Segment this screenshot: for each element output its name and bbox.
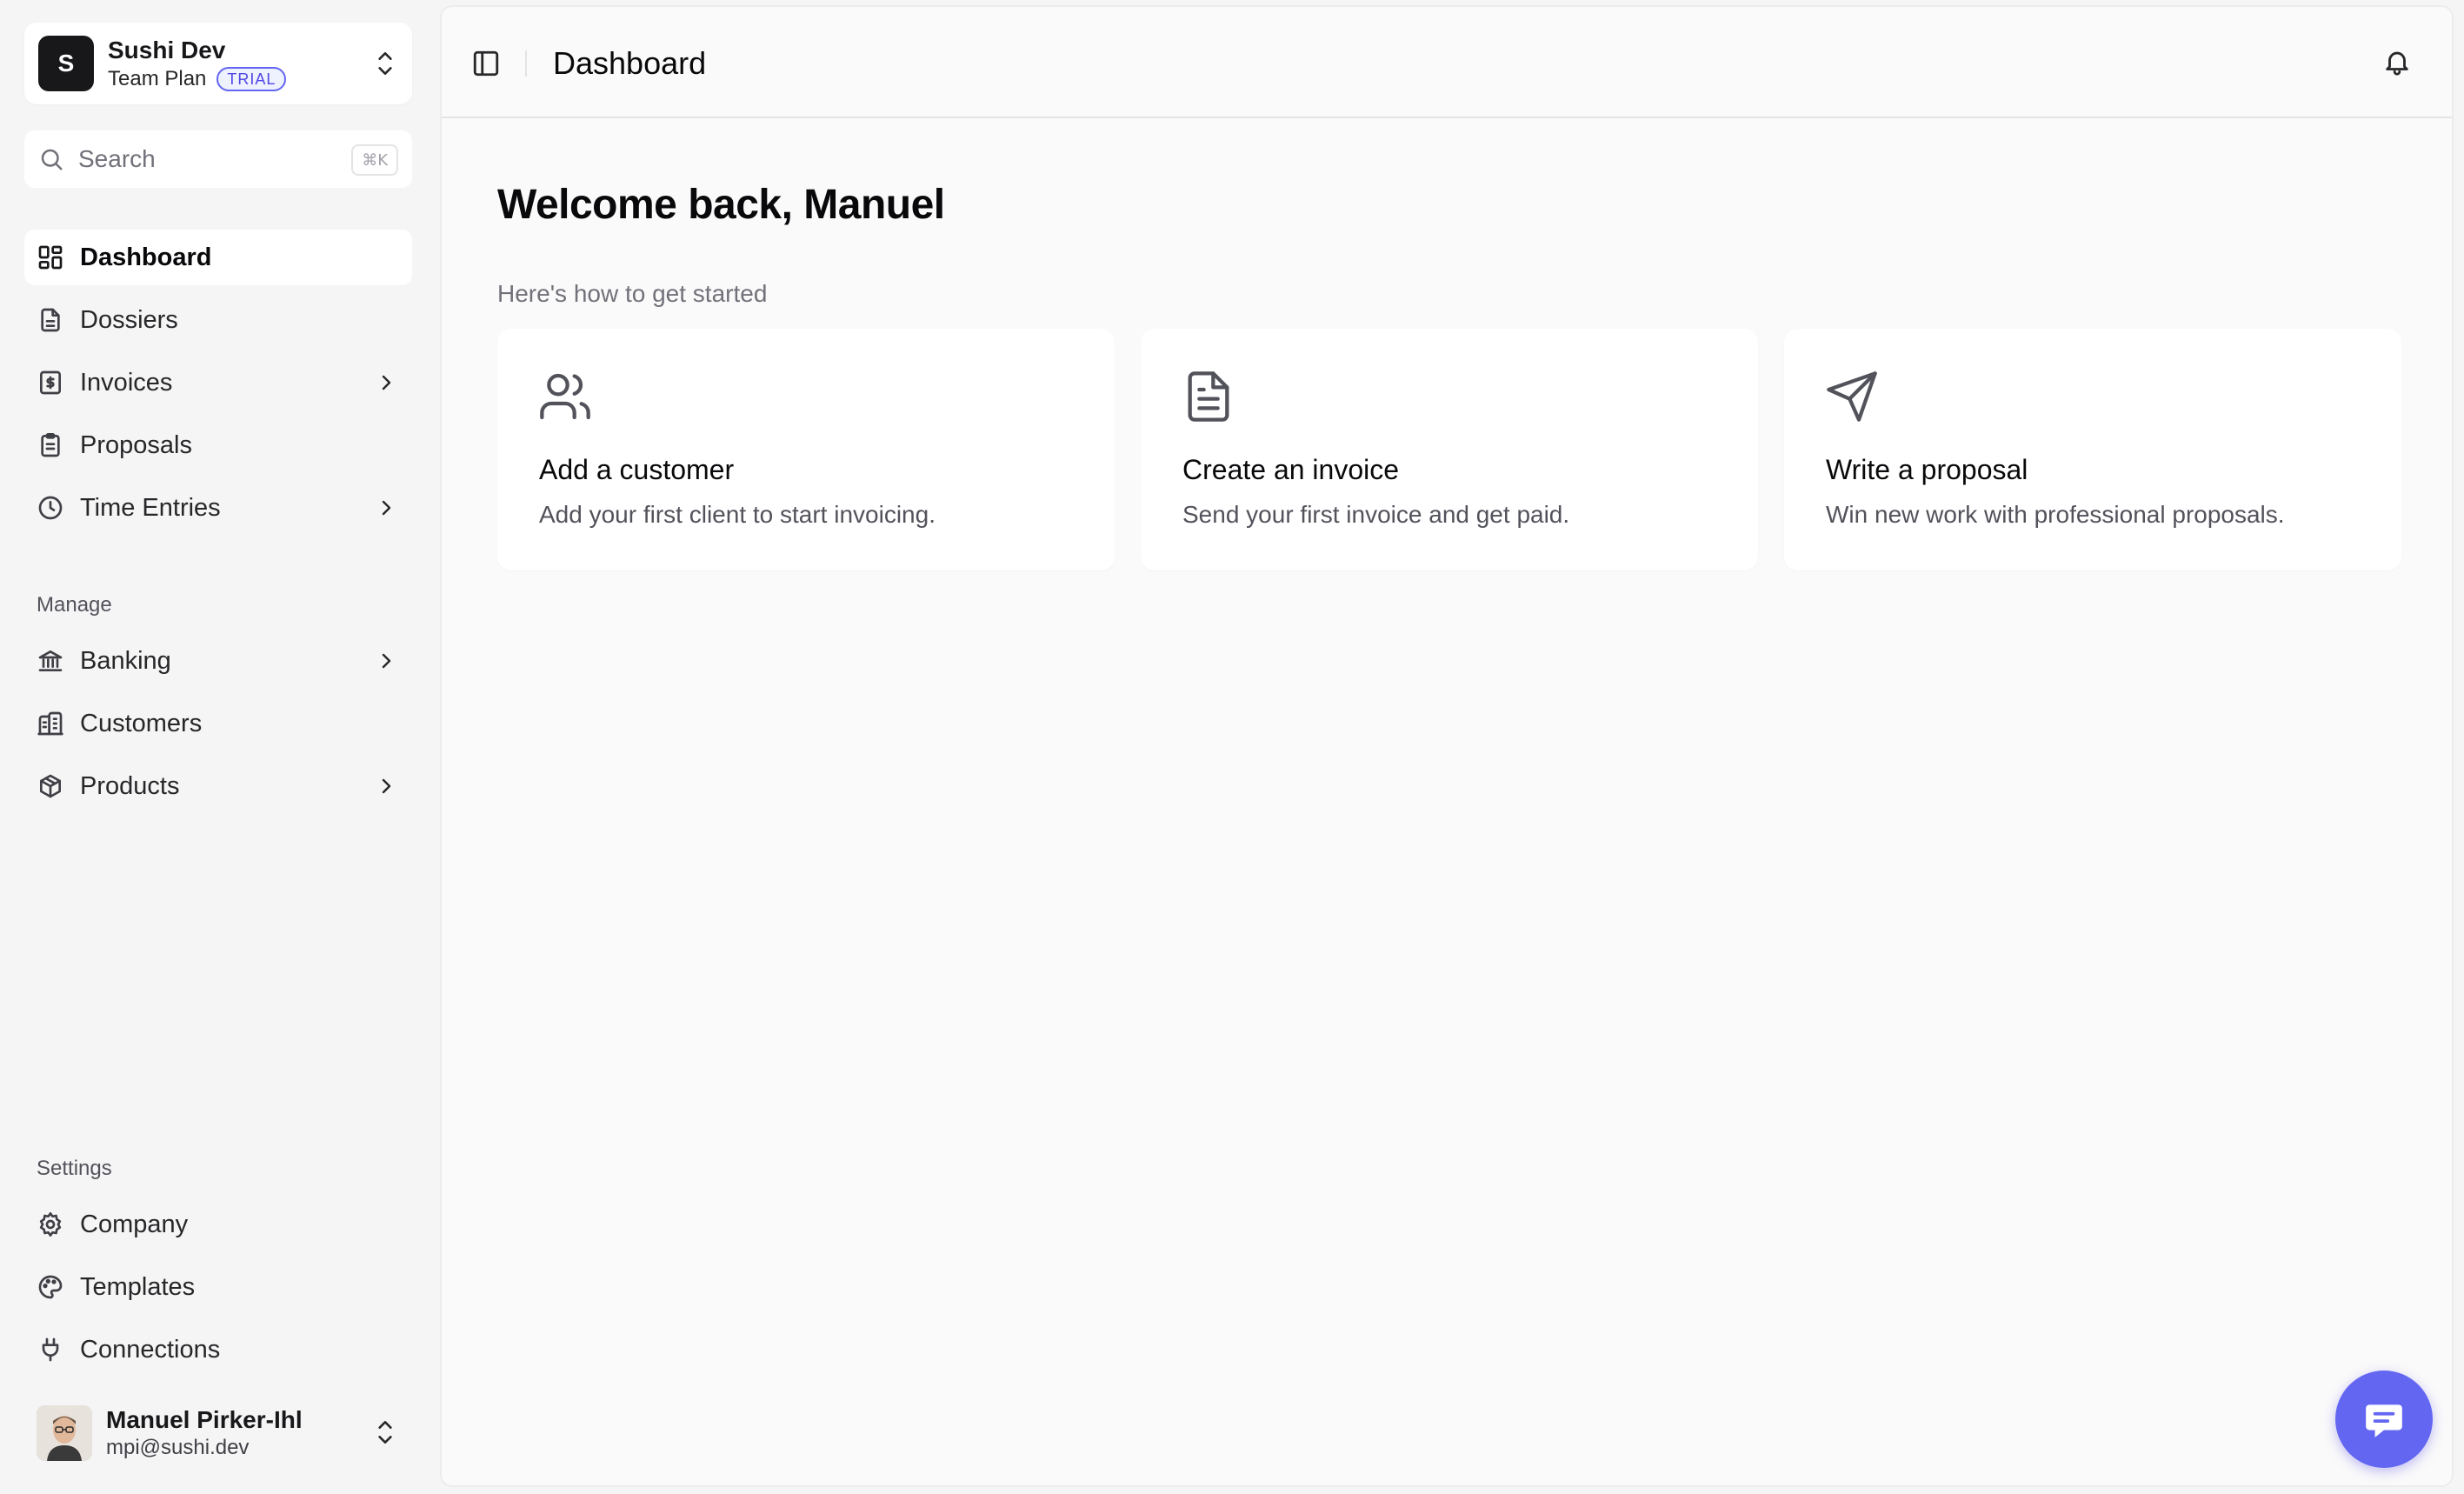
sidebar-item-customers[interactable]: Customers [24,696,412,751]
file-text-icon [1188,371,1229,422]
card-title: Write a proposal [1826,454,2028,485]
trial-badge: TRIAL [216,67,287,91]
user-info: Manuel Pirker-Ihl mpi@sushi.dev [106,1405,303,1461]
card-description: Send your first invoice and get paid. [1182,501,1570,528]
sidebar-item-proposals[interactable]: Proposals [24,417,412,473]
plug-icon [42,1337,59,1362]
clock-icon [38,496,63,520]
sidebar-item-dashboard[interactable]: Dashboard [24,230,412,285]
sidebar-item-products[interactable]: Products [24,758,412,814]
sidebar-item-banking[interactable]: Banking [24,633,412,689]
sidebar-toggle-icon[interactable] [471,49,501,78]
sidebar-item-label: Connections [80,1335,221,1364]
team-plan-row: Team Plan TRIAL [108,67,287,91]
chat-icon [2366,1404,2402,1437]
users-icon [540,373,590,420]
sidebar-item-label: Banking [80,646,171,675]
chevron-right-icon [382,375,391,390]
clipboard-list-icon [41,433,60,457]
sidebar-item-label: Invoices [80,368,173,397]
chevron-right-icon [382,653,391,669]
search-shortcut: ⌘K [351,144,398,176]
search-box[interactable]: ⌘K [24,130,412,188]
sidebar-item-label: Dashboard [80,243,212,271]
user-email: mpi@sushi.dev [106,1436,250,1459]
file-icon [41,308,60,332]
send-icon [1827,371,1877,422]
app-window: S Sushi Dev Team Plan TRIAL ⌘K [0,0,2464,1494]
chevrons-up-down-icon [378,1421,392,1444]
page-title: Dashboard [553,45,707,81]
card-create-invoice[interactable]: Create an invoice Send your first invoic… [1141,329,1758,570]
sidebar-item-dossiers[interactable]: Dossiers [24,292,412,348]
chat-button[interactable] [2335,1371,2433,1468]
getting-started-subhead: Here's how to get started [497,280,768,307]
sidebar-item-label: Customers [80,709,203,737]
welcome-heading: Welcome back, Manuel [497,182,945,228]
user-name: Manuel Pirker-Ihl [106,1406,303,1433]
package-icon [40,774,61,798]
team-switcher[interactable]: S Sushi Dev Team Plan TRIAL [24,23,412,104]
card-write-proposal[interactable]: Write a proposal Win new work with profe… [1784,329,2401,570]
sidebar-item-label: Time Entries [80,493,221,522]
team-plan: Team Plan [108,67,207,90]
topbar: Dashboard [442,7,2452,118]
receipt-dollar-icon [40,370,61,395]
building-icon [37,711,63,736]
card-description: Win new work with professional proposals… [1826,501,2285,528]
team-name: Sushi Dev [108,37,226,63]
avatar [37,1405,92,1461]
chevron-right-icon [382,500,391,516]
sidebar-item-label: Company [80,1210,189,1238]
divider [525,50,527,77]
section-label-manage: Manage [37,593,112,617]
sidebar-item-label: Proposals [80,430,192,459]
team-avatar: S [38,36,94,91]
chevron-right-icon [382,778,391,794]
sidebar-item-label: Dossiers [80,305,178,334]
section-label-settings: Settings [37,1157,112,1180]
sidebar-item-label: Products [80,771,180,800]
layout-dashboard-icon [38,245,63,270]
gear-icon [39,1212,62,1237]
chevrons-up-down-icon [378,52,392,75]
palette-icon [38,1275,63,1299]
sidebar-item-connections[interactable]: Connections [24,1322,412,1377]
team-info: Sushi Dev Team Plan TRIAL [108,36,287,91]
user-menu[interactable]: Manuel Pirker-Ihl mpi@sushi.dev [24,1391,412,1475]
sidebar-item-invoices[interactable]: Invoices [24,355,412,410]
search-input[interactable] [78,145,322,173]
card-title: Add a customer [539,454,735,485]
bell-icon[interactable] [2382,47,2412,77]
sidebar-item-company[interactable]: Company [24,1197,412,1252]
card-description: Add your first client to start invoicing… [539,501,936,528]
sidebar-item-time-entries[interactable]: Time Entries [24,480,412,536]
sidebar-item-label: Templates [80,1272,196,1301]
landmark-icon [38,650,63,671]
card-title: Create an invoice [1182,454,1400,485]
sidebar: S Sushi Dev Team Plan TRIAL ⌘K [0,0,436,1494]
card-add-customer[interactable]: Add a customer Add your first client to … [497,329,1115,570]
sidebar-item-templates[interactable]: Templates [24,1259,412,1315]
search-icon [41,149,63,170]
main-panel: Dashboard Welcome back, Manuel Here's ho… [440,5,2454,1487]
